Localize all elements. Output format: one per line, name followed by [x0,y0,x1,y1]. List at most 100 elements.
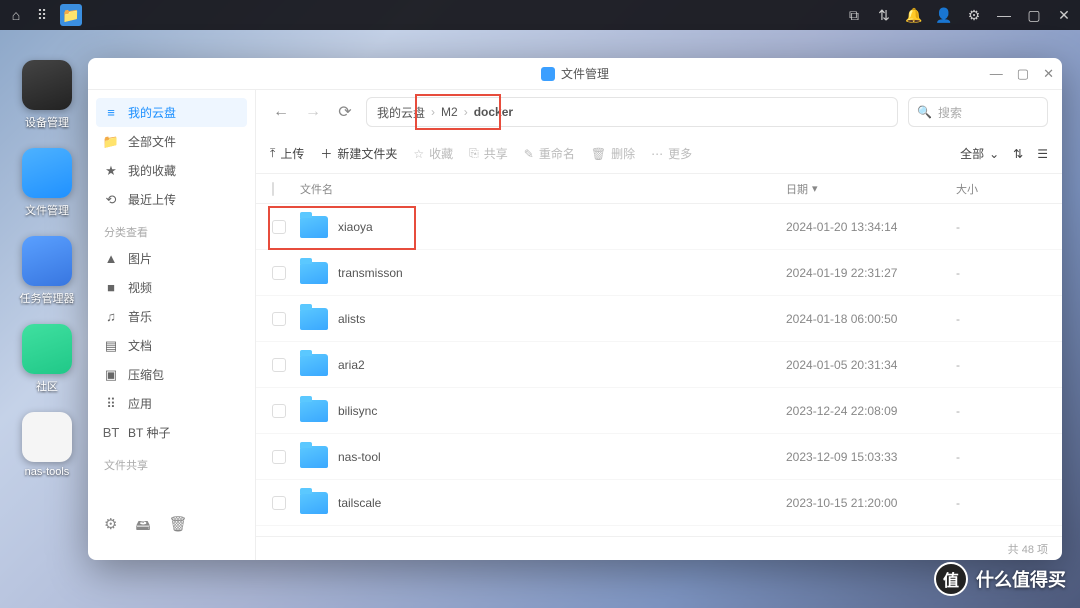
sidebar-item-label: 音乐 [128,308,152,325]
tray-icon-2[interactable]: ⇅ [876,7,892,23]
file-table: 文件名 日期 ▾ 大小 xiaoya 2024-01-20 13:34:14 -… [256,174,1062,536]
main-panel: ← → ⟳ 我的云盘 › M2 › docker 🔍 搜索 [256,90,1062,560]
file-row[interactable]: xiaoya 2024-01-20 13:34:14 - [256,204,1062,250]
sidebar-item[interactable]: BTBT 种子 [88,418,255,447]
device-icon[interactable]: 🖴 [135,515,150,540]
sidebar-section-share: 文件共享 [88,447,255,477]
row-checkbox[interactable] [272,358,286,372]
refresh-button[interactable]: ⟳ [334,102,356,122]
more-button[interactable]: ⋯更多 [651,145,692,162]
breadcrumb[interactable]: 我的云盘 › M2 › docker [366,97,898,127]
upload-button[interactable]: ⤒上传 [270,145,304,162]
sidebar-item-icon: ▲ [104,251,118,266]
folder-icon [300,446,328,468]
chevron-down-icon: ⌄ [989,147,999,161]
dock-icon [22,324,72,374]
dock-label: 社区 [36,378,58,394]
dock-item-4[interactable]: nas-tools [12,412,82,478]
dock-item-3[interactable]: 社区 [12,324,82,394]
window-close-button[interactable]: ✕ [1043,66,1054,82]
close-session-icon[interactable]: ✕ [1056,7,1072,23]
sidebar-item[interactable]: ⠿应用 [88,389,255,418]
select-all-checkbox[interactable] [272,182,274,196]
row-checkbox[interactable] [272,220,286,234]
sidebar-item[interactable]: ▤文档 [88,331,255,360]
sidebar-item[interactable]: ▲图片 [88,244,255,273]
file-name: transmisson [338,266,786,280]
dock-label: 文件管理 [25,202,69,218]
rename-button[interactable]: ✎重命名 [524,145,575,162]
file-size: - [956,220,1046,234]
dock-label: 任务管理器 [20,290,75,306]
sidebar-item[interactable]: ▣压缩包 [88,360,255,389]
dock-icon [22,412,72,462]
new-folder-button[interactable]: ＋新建文件夹 [320,145,397,162]
taskbar: ⌂ ⠿ 📁 ⧉ ⇅ 🔔 👤 ⚙ — ▢ ✕ [0,0,1080,30]
file-name: xiaoya [338,220,786,234]
file-size: - [956,312,1046,326]
settings-icon[interactable]: ⚙ [104,515,117,540]
file-name: bilisync [338,404,786,418]
column-size[interactable]: 大小 [956,181,1046,197]
minimize-all-icon[interactable]: — [996,7,1012,23]
file-name: nas-tool [338,450,786,464]
sidebar-item[interactable]: ■视频 [88,273,255,302]
window-minimize-button[interactable]: — [990,66,1003,82]
share-button[interactable]: ⎘共享 [469,145,508,162]
sidebar-item[interactable]: ⟲最近上传 [88,185,255,214]
dock-label: nas-tools [25,466,70,478]
file-row[interactable]: nas-tool 2023-12-09 15:03:33 - [256,434,1062,480]
file-row[interactable]: tailscale 2023-10-15 21:20:00 - [256,480,1062,526]
tray-icon-1[interactable]: ⧉ [846,7,862,23]
column-date[interactable]: 日期 ▾ [786,181,956,197]
file-date: 2023-12-09 15:03:33 [786,450,956,464]
file-date: 2024-01-18 06:00:50 [786,312,956,326]
search-icon: 🔍 [917,105,932,119]
file-manager-window: 文件管理 — ▢ ✕ ≡我的云盘📁全部文件★我的收藏⟲最近上传 分类查看 ▲图片… [88,58,1062,560]
file-date: 2023-12-24 22:08:09 [786,404,956,418]
maximize-all-icon[interactable]: ▢ [1026,7,1042,23]
dock-item-2[interactable]: 任务管理器 [12,236,82,306]
file-row[interactable]: aria2 2024-01-05 20:31:34 - [256,342,1062,388]
favorite-button[interactable]: ☆收藏 [413,145,453,162]
titlebar: 文件管理 — ▢ ✕ [88,58,1062,90]
search-input[interactable]: 🔍 搜索 [908,97,1048,127]
home-icon[interactable]: ⌂ [8,7,24,23]
column-name[interactable]: 文件名 [300,181,786,197]
file-manager-task-icon[interactable]: 📁 [60,4,82,26]
window-maximize-button[interactable]: ▢ [1017,66,1029,82]
sidebar-item[interactable]: ♫ 音乐 [88,302,255,331]
back-button[interactable]: ← [270,103,292,121]
row-checkbox[interactable] [272,496,286,510]
file-row[interactable]: bilisync 2023-12-24 22:08:09 - [256,388,1062,434]
file-size: - [956,266,1046,280]
desktop-dock: 设备管理文件管理任务管理器社区 nas-tools [12,60,82,478]
row-checkbox[interactable] [272,450,286,464]
row-checkbox[interactable] [272,404,286,418]
dock-item-0[interactable]: 设备管理 [12,60,82,130]
forward-button[interactable]: → [302,103,324,121]
file-date: 2024-01-19 22:31:27 [786,266,956,280]
sidebar-item-label: 视频 [128,279,152,296]
user-icon[interactable]: 👤 [936,7,952,23]
file-row[interactable]: transmisson 2024-01-19 22:31:27 - [256,250,1062,296]
apps-icon[interactable]: ⠿ [34,7,50,23]
view-list-button[interactable]: ☰ [1037,147,1048,161]
window-title: 文件管理 [561,65,609,82]
sidebar-item[interactable]: 📁全部文件 [88,127,255,156]
sidebar-item[interactable]: ≡我的云盘 [96,98,247,127]
filter-dropdown[interactable]: 全部 ⌄ [960,145,999,162]
sidebar-item-icon: ⟲ [104,192,118,208]
row-checkbox[interactable] [272,266,286,280]
sort-button[interactable]: ⇅ [1013,147,1023,161]
notification-icon[interactable]: 🔔 [906,7,922,23]
delete-button[interactable]: 🗑删除 [591,145,635,162]
watermark: 值 什么值得买 [934,562,1066,596]
file-row[interactable]: alists 2024-01-18 06:00:50 - [256,296,1062,342]
sidebar-item[interactable]: ★我的收藏 [88,156,255,185]
row-checkbox[interactable] [272,312,286,326]
dock-item-1[interactable]: 文件管理 [12,148,82,218]
settings-icon[interactable]: ⚙ [966,7,982,23]
trash-icon[interactable]: 🗑 [169,515,188,540]
sidebar-item-icon: ♫ [104,309,118,324]
